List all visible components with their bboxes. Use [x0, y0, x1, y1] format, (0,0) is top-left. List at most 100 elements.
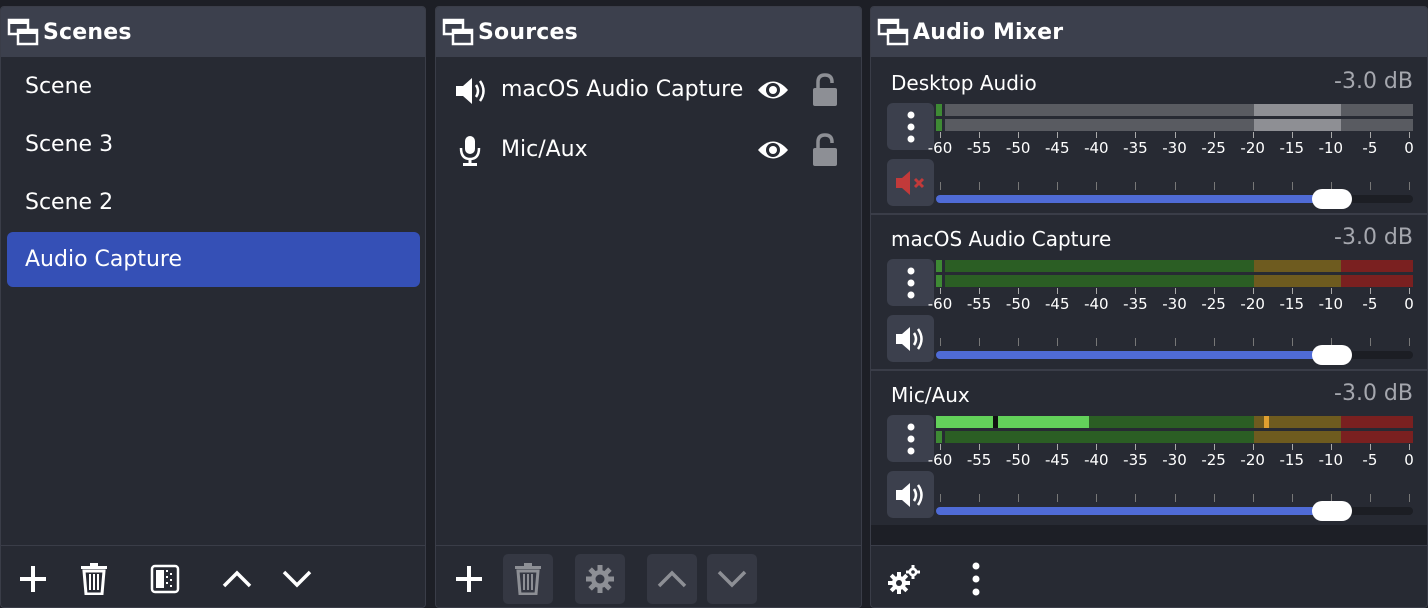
slider-tick	[1409, 494, 1410, 502]
speaker-icon	[456, 78, 485, 104]
meter-scale: -60 -55 -50 -45 -40 -35 -30 -25 -20 -15 -10 -5 0	[927, 451, 1421, 471]
scene-item-label: Scene 2	[25, 190, 114, 215]
scale-tick	[1330, 132, 1332, 138]
volume-slider[interactable]	[936, 182, 1413, 209]
scale-label: -60	[927, 451, 953, 469]
channel-mute-button[interactable]	[887, 159, 934, 206]
scale-label: -20	[1240, 139, 1265, 157]
meter-segment	[1341, 260, 1413, 272]
move-source-up-button[interactable]	[647, 554, 697, 604]
scale-tick	[1018, 132, 1020, 138]
scale-tick	[1291, 288, 1293, 294]
meter-segment	[1341, 431, 1413, 443]
scale-label: -55	[966, 451, 992, 469]
channel-mute-button[interactable]	[887, 315, 934, 362]
move-scene-up-button[interactable]	[212, 554, 262, 604]
channel-mute-button[interactable]	[887, 471, 934, 518]
scale-tick	[979, 288, 981, 294]
visibility-eye-icon[interactable]	[756, 137, 790, 163]
move-source-down-button[interactable]	[707, 554, 757, 604]
scale-label: -10	[1318, 295, 1344, 313]
scene-filters-button[interactable]	[140, 554, 190, 604]
scale-tick	[1057, 444, 1059, 450]
microphone-icon	[459, 136, 481, 166]
scale-label: -10	[1318, 139, 1344, 157]
scale-label: 0	[1404, 451, 1414, 469]
scene-item-audio-capture[interactable]: Audio Capture	[7, 232, 420, 287]
volume-slider[interactable]	[936, 494, 1413, 521]
speaker-icon	[895, 326, 923, 351]
scale-tick	[979, 132, 981, 138]
remove-scene-button[interactable]	[69, 554, 119, 604]
add-scene-button[interactable]	[8, 554, 58, 604]
scenes-dock-title[interactable]: Scenes	[1, 7, 425, 57]
audio-mixer-dock: Audio Mixer Desktop Audio -3.0 dB -60 -55 -5…	[870, 6, 1428, 608]
slider-handle[interactable]	[1311, 189, 1352, 209]
scale-label: -30	[1162, 295, 1187, 313]
slider-tick	[940, 338, 941, 346]
meter-segment	[936, 104, 942, 116]
scene-item-label: Audio Capture	[25, 247, 182, 272]
source-item-macos-audio-capture[interactable]: macOS Audio Capture	[436, 63, 861, 119]
scale-tick	[1174, 444, 1176, 450]
slider-tick	[940, 182, 941, 190]
sources-dock-title[interactable]: Sources	[436, 7, 861, 57]
source-properties-button[interactable]	[575, 554, 625, 604]
slider-fill	[936, 351, 1332, 359]
volume-slider[interactable]	[936, 338, 1413, 365]
meter-segment	[945, 104, 1254, 116]
scale-tick	[1369, 444, 1371, 450]
scale-label: 0	[1404, 295, 1414, 313]
chevron-down-icon	[717, 570, 747, 588]
scene-item-scene[interactable]: Scene	[7, 59, 420, 114]
slider-tick	[1409, 338, 1410, 346]
slider-tick	[979, 338, 981, 346]
visibility-eye-icon[interactable]	[756, 77, 790, 103]
meter-segment	[1254, 119, 1342, 131]
scale-tick	[1369, 132, 1371, 138]
slider-fill	[936, 195, 1332, 203]
more-options-icon	[907, 423, 914, 454]
scene-item-scene-2[interactable]: Scene 2	[7, 175, 420, 230]
add-source-button[interactable]	[444, 554, 494, 604]
scale-label: -15	[1279, 295, 1305, 313]
meter-segment	[1254, 104, 1342, 116]
meter-segment	[945, 260, 1254, 272]
scale-tick	[1135, 444, 1137, 450]
scenes-dock: Scenes Scene Scene 3 Scene 2 Audio Captu…	[0, 6, 426, 608]
meter-bar	[936, 260, 1413, 272]
remove-source-button[interactable]	[503, 554, 553, 604]
scene-item-scene-3[interactable]: Scene 3	[7, 117, 420, 172]
audio-mixer-title: Audio Mixer	[913, 19, 1064, 45]
meter-segment	[1254, 275, 1342, 287]
slider-tick	[1252, 338, 1254, 346]
scale-label: -25	[1201, 139, 1226, 157]
slider-tick	[979, 182, 981, 190]
source-item-mic-aux[interactable]: Mic/Aux	[436, 123, 861, 179]
scale-tick	[1213, 288, 1215, 294]
slider-tick	[1252, 494, 1254, 502]
scale-label: -30	[1162, 139, 1187, 157]
slider-tick	[1369, 494, 1371, 502]
mixer-channel: macOS Audio Capture -3.0 dB -60 -55 -50 -45 -4…	[871, 215, 1427, 371]
scale-tick	[1018, 444, 1020, 450]
unlocked-lock-icon[interactable]	[811, 133, 839, 167]
meter-segment	[945, 275, 1254, 287]
scale-tick	[1409, 288, 1410, 294]
advanced-audio-properties-button[interactable]	[879, 554, 929, 604]
slider-tick	[1096, 494, 1098, 502]
scale-label: -40	[1084, 295, 1109, 313]
scale-tick	[1096, 288, 1098, 294]
meter-segment	[1254, 260, 1342, 272]
scenes-toolbar	[1, 545, 425, 607]
move-scene-down-button[interactable]	[272, 554, 322, 604]
slider-handle[interactable]	[1311, 501, 1352, 521]
scale-label: -60	[927, 295, 953, 313]
unlocked-lock-icon[interactable]	[811, 73, 839, 107]
audio-mixer-dock-title[interactable]: Audio Mixer	[871, 7, 1427, 57]
scale-tick	[1291, 444, 1293, 450]
slider-handle[interactable]	[1311, 345, 1352, 365]
slider-tick	[1291, 494, 1293, 502]
mixer-more-options-button[interactable]	[951, 554, 1001, 604]
channel-name: macOS Audio Capture	[891, 227, 1112, 251]
